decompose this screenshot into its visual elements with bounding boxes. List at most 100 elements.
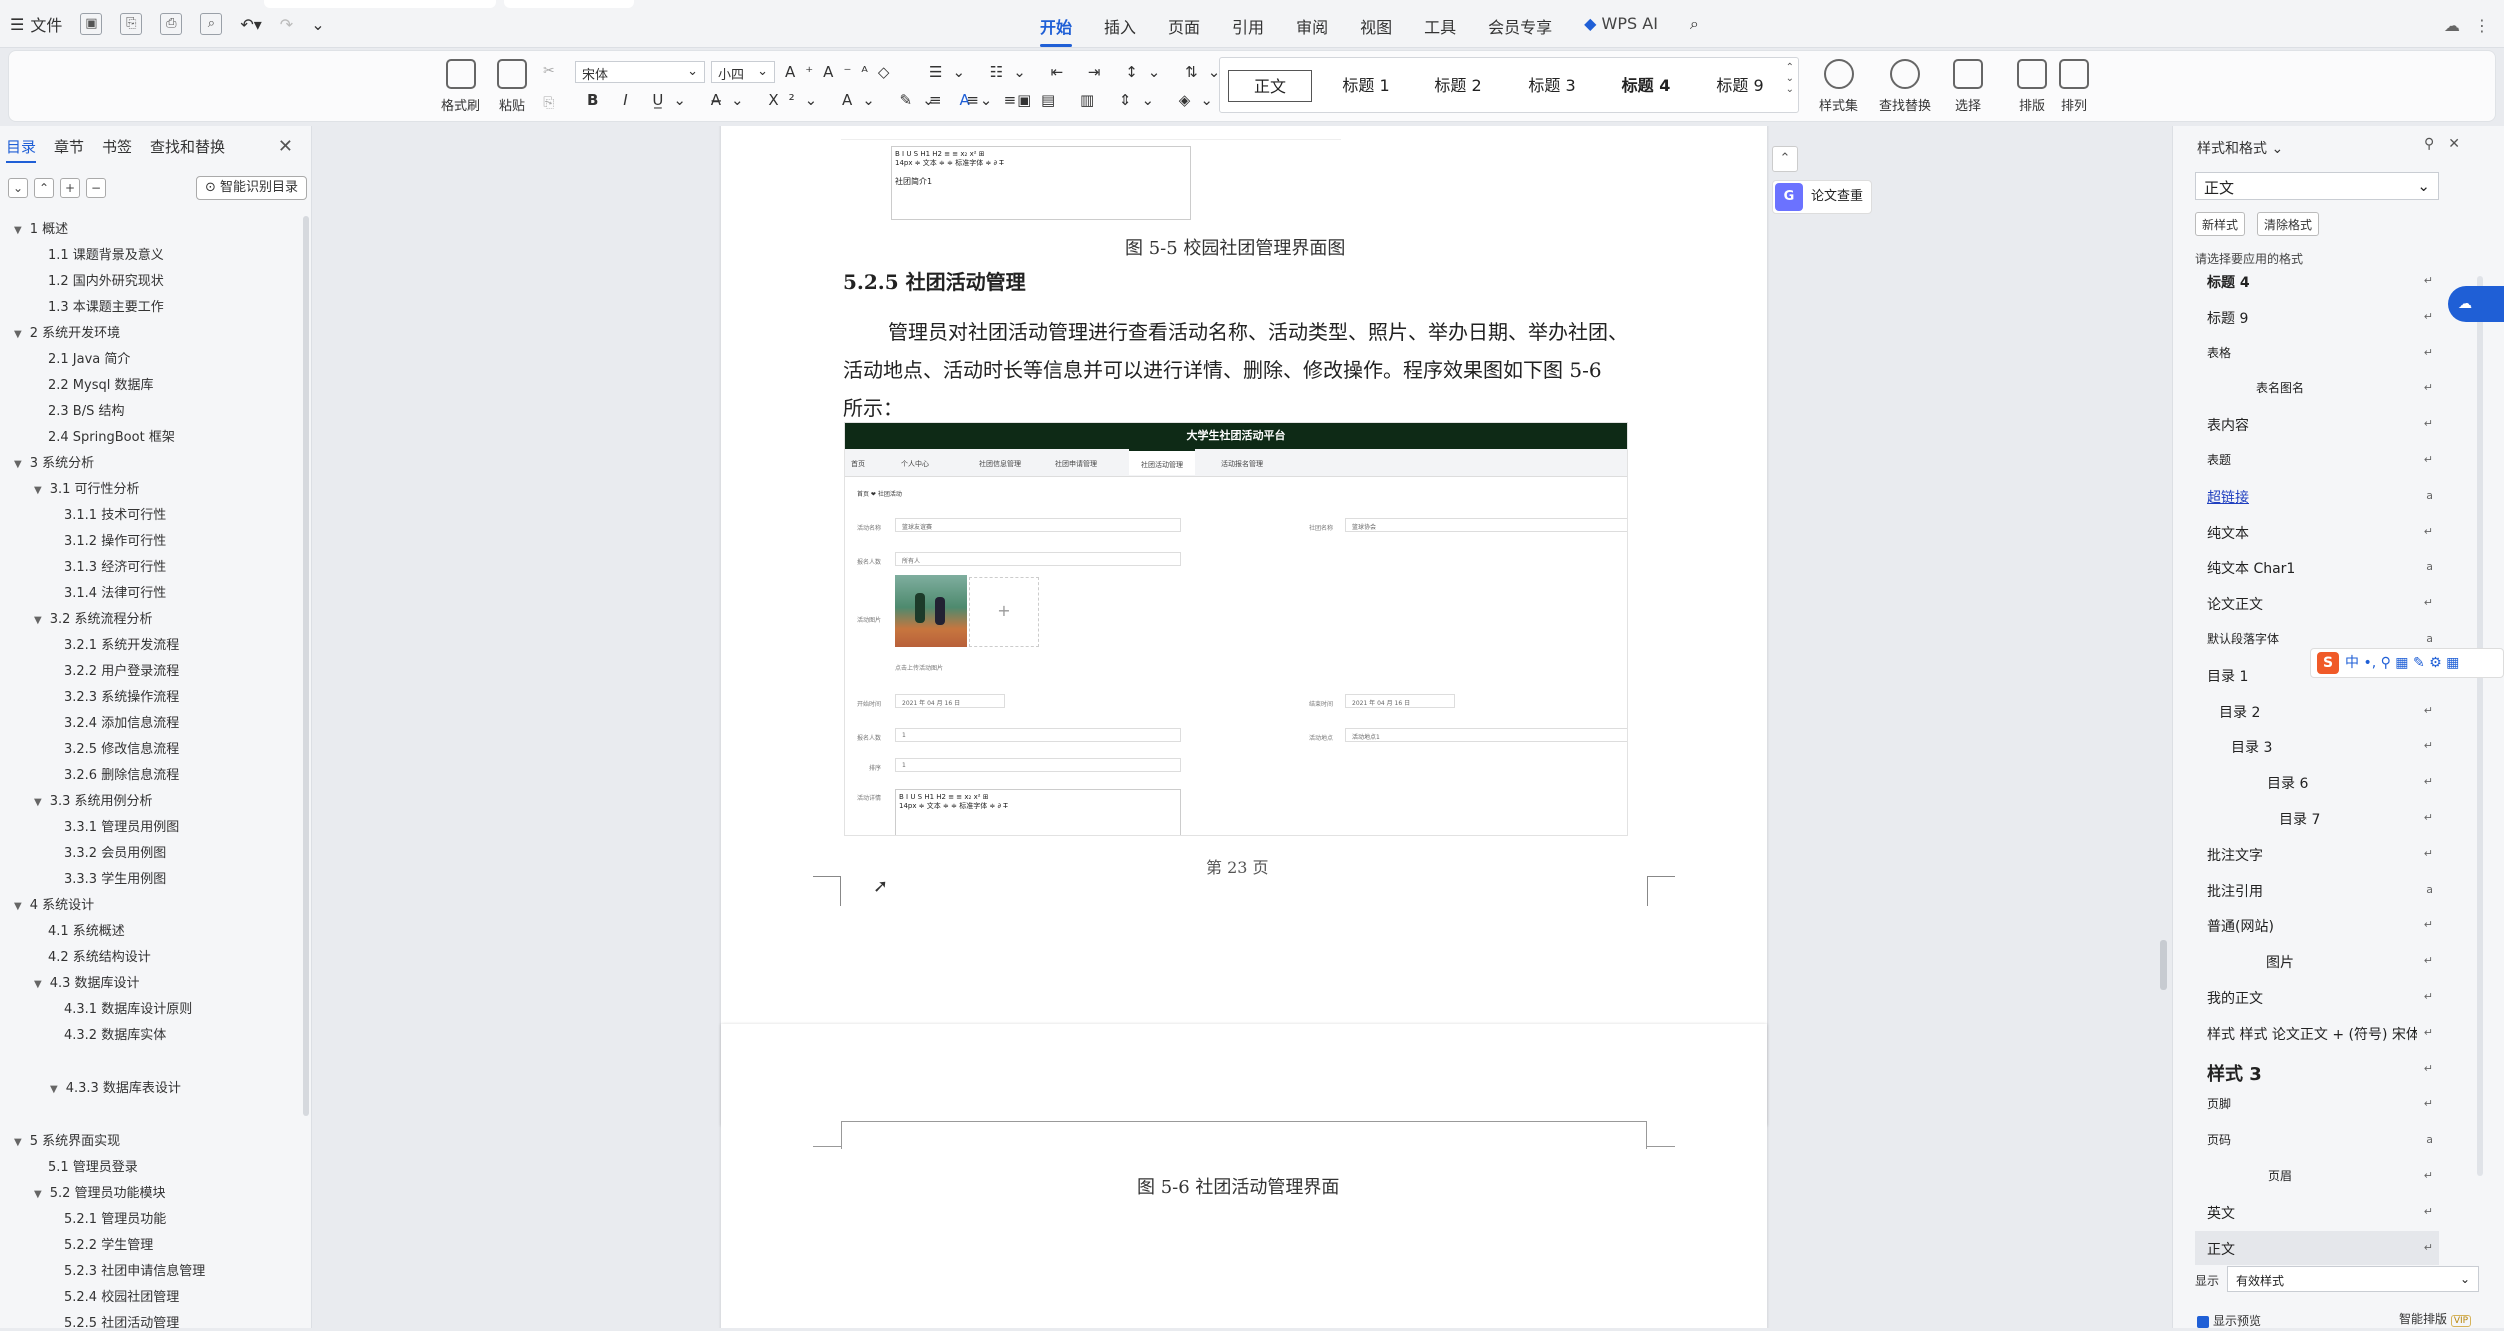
- collapse-icon[interactable]: ⌄: [8, 178, 28, 198]
- show-preview-checkbox[interactable]: 显示预览: [2197, 1312, 2261, 1329]
- expand-triangle-icon[interactable]: ▼: [34, 485, 42, 496]
- smart-toc-button[interactable]: ⊙ 智能识别目录: [196, 176, 308, 200]
- menu-toggle-icon[interactable]: ☰: [10, 15, 24, 34]
- style-item[interactable]: 论文正文 ↵: [2195, 586, 2439, 620]
- toc-item[interactable]: ▼ 4.3 数据库设计: [34, 972, 140, 991]
- more-icon[interactable]: ⌄: [311, 15, 324, 34]
- toc-item[interactable]: 3.2.6 删除信息流程: [64, 764, 179, 783]
- style-item[interactable]: 普通(网站) ↵: [2195, 908, 2439, 942]
- document-scrollbar[interactable]: [2160, 940, 2167, 990]
- document-tab[interactable]: [504, 0, 634, 8]
- style-item[interactable]: 目录 3 ↵: [2195, 729, 2439, 763]
- toc-item[interactable]: 3.2.3 系统操作流程: [64, 686, 179, 705]
- search-icon[interactable]: ⌕: [1690, 14, 1699, 38]
- toc-item[interactable]: 3.3.2 会员用例图: [64, 842, 166, 861]
- clear-format-button[interactable]: 清除格式: [2257, 212, 2320, 236]
- expand-triangle-icon[interactable]: ▼: [34, 797, 42, 808]
- style-item[interactable]: 我的正文 ↵: [2195, 980, 2439, 1014]
- toc-item[interactable]: ▼ 4 系统设计: [14, 894, 94, 913]
- collapse-ribbon-button[interactable]: ⌃: [1772, 146, 1798, 172]
- expand-triangle-icon[interactable]: ▼: [34, 979, 42, 990]
- find-replace-button[interactable]: 查找替换: [1879, 59, 1931, 114]
- expand-icon[interactable]: ⌃: [34, 178, 54, 198]
- toc-item[interactable]: ▼ 5 系统界面实现: [14, 1130, 120, 1149]
- current-style-select[interactable]: 正文 ⌄: [2195, 172, 2439, 200]
- toc-item[interactable]: 1.1 课题背景及意义: [48, 244, 164, 263]
- toc-item[interactable]: 2.1 Java 简介: [48, 348, 130, 367]
- toc-item[interactable]: ▼ 3.2 系统流程分析: [34, 608, 153, 627]
- toc-item[interactable]: 3.2.4 添加信息流程: [64, 712, 179, 731]
- style-item[interactable]: 纯文本 ↵: [2195, 515, 2439, 549]
- toc-item[interactable]: ▼ 3.3 系统用例分析: [34, 790, 153, 809]
- paragraph-icons[interactable]: ☰⌄ ☷⌄ ⇤ ⇥ ↕⌄ ⇅⌄ ⊟: [929, 63, 1268, 81]
- toc-item[interactable]: 3.1.1 技术可行性: [64, 504, 166, 523]
- style-heading-2[interactable]: 标题 2: [1416, 70, 1500, 102]
- styles-set-button[interactable]: 样式集: [1819, 59, 1858, 114]
- expand-triangle-icon[interactable]: ▼: [34, 615, 42, 626]
- tab-toc[interactable]: 目录: [6, 136, 37, 163]
- ime-toolbar[interactable]: S 中 •, ⚲ ▦ ✎ ⚙ ▦: [2310, 648, 2504, 678]
- style-item[interactable]: 目录 7 ↵: [2195, 801, 2439, 835]
- menu-view[interactable]: 视图: [1360, 14, 1392, 38]
- expand-triangle-icon[interactable]: ▼: [14, 225, 22, 236]
- toc-item[interactable]: 5.1 管理员登录: [48, 1156, 138, 1175]
- new-style-button[interactable]: 新样式: [2195, 212, 2246, 236]
- toc-item[interactable]: 3.2.1 系统开发流程: [64, 634, 179, 653]
- smart-format-button[interactable]: 智能排版 VIP: [2399, 1310, 2472, 1327]
- cloud-sync-icon[interactable]: ☁: [2444, 16, 2460, 35]
- toc-item[interactable]: 3.2.2 用户登录流程: [64, 660, 179, 679]
- toc-item[interactable]: 5.2.3 社团申请信息管理: [64, 1260, 205, 1279]
- tab-bookmark[interactable]: 书签: [102, 136, 132, 163]
- show-select[interactable]: 有效样式 ⌄: [2227, 1266, 2479, 1292]
- toc-item[interactable]: ▼ 4.3.3 数据库表设计: [50, 1077, 181, 1096]
- style-item[interactable]: 英文 ↵: [2195, 1195, 2439, 1229]
- toc-item[interactable]: ▼ 1 概述: [14, 218, 68, 237]
- style-item[interactable]: 纯文本 Char1 a: [2195, 550, 2439, 584]
- layout-button[interactable]: 排版: [2017, 59, 2047, 114]
- font-adjust-icons[interactable]: A⁺A⁻ᴬ◇: [785, 63, 899, 81]
- menu-member[interactable]: 会员专享: [1488, 14, 1552, 38]
- toc-item[interactable]: 4.2 系统结构设计: [48, 946, 151, 965]
- menu-reference[interactable]: 引用: [1232, 14, 1264, 38]
- gallery-scroll-icon[interactable]: ⌃ ⌄ ⌄: [1786, 62, 1794, 95]
- tab-find-replace[interactable]: 查找和替换: [150, 136, 225, 163]
- expand-triangle-icon[interactable]: ▼: [50, 1084, 58, 1095]
- style-item[interactable]: 表内容 ↵: [2195, 407, 2439, 441]
- export-icon[interactable]: ⎘: [120, 13, 143, 35]
- style-item[interactable]: 样式 3 ↵: [2195, 1052, 2439, 1086]
- toc-item[interactable]: 3.1.3 经济可行性: [64, 556, 166, 575]
- remove-icon[interactable]: −: [86, 178, 106, 198]
- menu-tools[interactable]: 工具: [1424, 14, 1456, 38]
- toc-item[interactable]: 4.3.2 数据库实体: [64, 1024, 166, 1043]
- undo-icon[interactable]: ↶▾: [240, 15, 261, 34]
- close-icon[interactable]: ✕: [278, 136, 293, 157]
- redo-icon[interactable]: ↷: [280, 15, 293, 34]
- styles-panel-title[interactable]: 样式和格式 ⌄: [2197, 138, 2283, 158]
- toc-item[interactable]: 2.2 Mysql 数据库: [48, 374, 154, 393]
- toc-item[interactable]: 1.3 本课题主要工作: [48, 296, 164, 315]
- toc-item[interactable]: ▼ 3 系统分析: [14, 452, 94, 471]
- add-icon[interactable]: +: [60, 178, 80, 198]
- toc-item[interactable]: 2.4 SpringBoot 框架: [48, 426, 175, 445]
- style-item[interactable]: 页码 a: [2195, 1123, 2439, 1157]
- toc-item[interactable]: ▼ 2 系统开发环境: [14, 322, 120, 341]
- nav-scrollbar[interactable]: [303, 216, 309, 1116]
- style-item[interactable]: 目录 6 ↵: [2195, 765, 2439, 799]
- toc-item[interactable]: 5.2.5 社团活动管理: [64, 1312, 179, 1331]
- paste-button[interactable]: 粘贴: [497, 59, 527, 114]
- preview-icon[interactable]: ⌕: [200, 13, 223, 35]
- toc-item[interactable]: 4.1 系统概述: [48, 920, 125, 939]
- expand-triangle-icon[interactable]: ▼: [14, 1137, 22, 1148]
- menu-insert[interactable]: 插入: [1104, 14, 1136, 38]
- font-name-select[interactable]: 宋体 ⌄: [575, 61, 705, 83]
- toc-item[interactable]: ▼ 5.2 管理员功能模块: [34, 1182, 166, 1201]
- menu-wps-ai[interactable]: ◆ WPS AI: [1584, 14, 1658, 38]
- format-painter-button[interactable]: 格式刷: [441, 59, 480, 114]
- style-item[interactable]: 标题 9 ↵: [2195, 300, 2439, 334]
- tab-chapter[interactable]: 章节: [54, 136, 84, 163]
- toc-item[interactable]: 2.3 B/S 结构: [48, 400, 125, 419]
- expand-triangle-icon[interactable]: ▼: [14, 329, 22, 340]
- toc-item[interactable]: 3.2.5 修改信息流程: [64, 738, 179, 757]
- print-icon[interactable]: ⎙: [160, 13, 183, 35]
- cut-icon[interactable]: ✂ ⎘: [543, 63, 555, 111]
